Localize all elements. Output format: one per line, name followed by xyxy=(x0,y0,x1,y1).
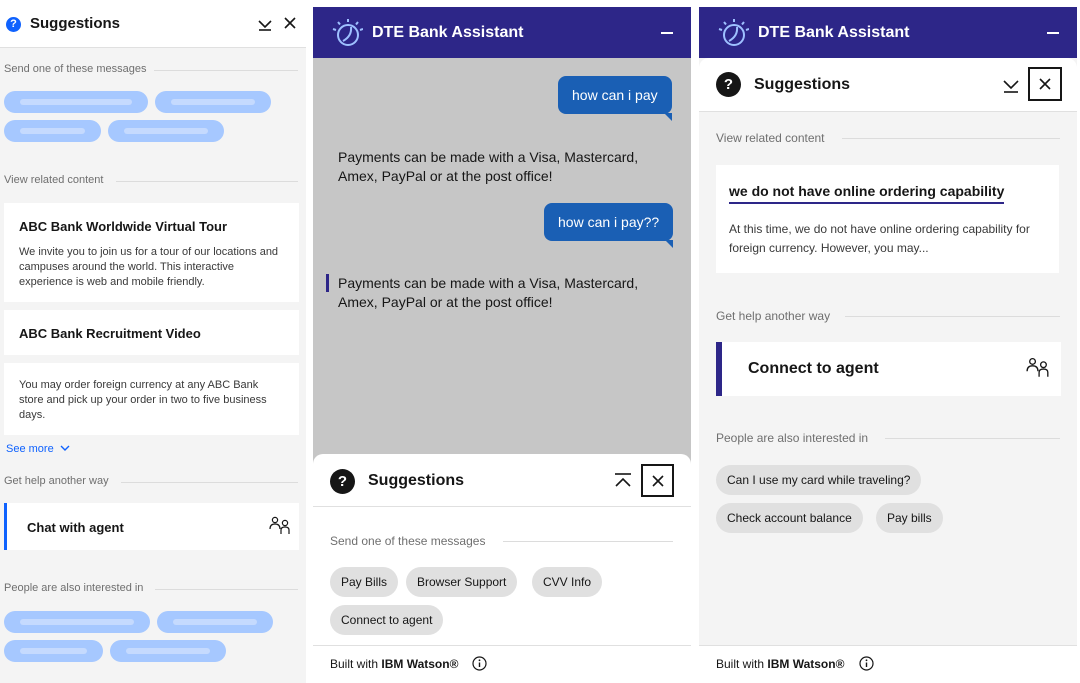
related-content-card[interactable]: ABC Bank Worldwide Virtual Tour We invit… xyxy=(4,203,299,302)
connect-to-agent-button[interactable]: Connect to agent xyxy=(716,342,1061,396)
suggestion-chip[interactable]: Connect to agent xyxy=(330,605,444,635)
divider xyxy=(842,138,1060,139)
divider xyxy=(313,506,691,507)
screenshot-root: ? Suggestions Send one of these messages… xyxy=(0,0,1080,683)
divider xyxy=(503,541,673,542)
gap xyxy=(691,0,699,683)
chat-title: DTE Bank Assistant xyxy=(372,24,524,41)
user-message: how can i pay?? xyxy=(544,203,674,248)
divider xyxy=(845,316,1060,317)
suggestion-chip[interactable]: Can I use my card while traveling? xyxy=(716,465,922,495)
minimize-icon[interactable] xyxy=(661,32,673,34)
suggestions-header: ? Suggestions xyxy=(699,58,1077,112)
card-body: We invite you to join us for a tour of o… xyxy=(19,246,279,288)
close-icon xyxy=(652,475,664,487)
suggestions-title: Suggestions xyxy=(30,15,121,32)
card-title: we do not have online ordering capabilit… xyxy=(729,183,1005,204)
help-icon: ? xyxy=(330,469,355,494)
card-title: ABC Bank Recruitment Video xyxy=(19,326,201,341)
suggestion-pill-loading[interactable] xyxy=(157,611,273,633)
see-more-link[interactable]: See more xyxy=(6,443,70,455)
bot-message: Payments can be made with a Visa, Master… xyxy=(338,275,639,310)
suggestions-header: ? Suggestions xyxy=(0,0,306,48)
suggestion-pill-loading[interactable] xyxy=(4,611,150,633)
agent-label: Connect to agent xyxy=(748,360,879,377)
related-content-card[interactable]: You may order foreign currency at any AB… xyxy=(4,363,299,435)
divider xyxy=(885,438,1060,439)
suggestion-pill-loading[interactable] xyxy=(4,120,101,142)
close-button[interactable] xyxy=(1028,67,1062,101)
chat-header: DTE Bank Assistant xyxy=(699,7,1077,58)
suggestion-chip[interactable]: Pay Bills xyxy=(330,567,399,597)
minimize-icon[interactable] xyxy=(1047,32,1059,34)
chat-window: DTE Bank Assistant how can i pay Payment… xyxy=(313,7,691,683)
help-label: Get help another way xyxy=(716,309,831,323)
related-content-card[interactable]: ABC Bank Recruitment Video xyxy=(4,310,299,355)
related-content-card[interactable]: we do not have online ordering capabilit… xyxy=(716,165,1059,273)
divider xyxy=(154,70,298,71)
close-button[interactable] xyxy=(641,464,674,497)
close-icon[interactable] xyxy=(283,16,297,30)
divider xyxy=(116,181,298,182)
expand-icon[interactable] xyxy=(613,471,633,491)
minimize-icon[interactable] xyxy=(1002,76,1020,94)
related-content-label: View related content xyxy=(4,174,104,186)
help-icon: ? xyxy=(716,72,741,97)
suggestion-chip[interactable]: CVV Info xyxy=(532,567,603,597)
card-title: ABC Bank Worldwide Virtual Tour xyxy=(19,219,228,234)
user-message: how can i pay xyxy=(558,76,672,121)
suggestion-chip[interactable]: Check account balance xyxy=(716,503,863,533)
suggestion-pill-loading[interactable] xyxy=(155,91,271,113)
minimize-icon[interactable] xyxy=(257,16,273,32)
chat-title: DTE Bank Assistant xyxy=(758,24,910,41)
send-messages-label: Send one of these messages xyxy=(4,63,147,75)
suggestions-title: Suggestions xyxy=(368,472,465,489)
chat-window-suggestions: DTE Bank Assistant ? Suggestions View re… xyxy=(699,7,1077,683)
watson-logo-icon xyxy=(332,19,363,46)
divider xyxy=(155,589,298,590)
suggestion-pill-loading[interactable] xyxy=(108,120,224,142)
send-messages-label: Send one of these messages xyxy=(330,534,486,548)
suggestion-pill-loading[interactable] xyxy=(4,91,148,113)
gap xyxy=(306,0,313,683)
suggestion-pill-loading[interactable] xyxy=(4,640,103,662)
agent-icon xyxy=(269,516,290,534)
divider xyxy=(121,482,298,483)
suggestion-chip[interactable]: Browser Support xyxy=(406,567,518,597)
interested-label: People are also interested in xyxy=(4,582,144,594)
agent-icon xyxy=(1026,357,1049,377)
suggestions-sheet: ? Suggestions Send one of these messages… xyxy=(313,454,691,683)
suggestions-panel-light: ? Suggestions Send one of these messages… xyxy=(0,0,306,683)
suggestions-title: Suggestions xyxy=(754,76,851,93)
focus-indicator xyxy=(326,274,329,292)
footer-text: Built with IBM Watson® xyxy=(716,657,845,671)
help-label: Get help another way xyxy=(4,475,109,487)
close-icon xyxy=(1039,78,1051,90)
see-more-label: See more xyxy=(6,443,54,455)
interested-label: People are also interested in xyxy=(716,431,869,445)
agent-label: Chat with agent xyxy=(27,520,124,535)
chat-with-agent-button[interactable]: Chat with agent xyxy=(4,503,299,550)
chat-header: DTE Bank Assistant xyxy=(313,7,691,58)
card-body: You may order foreign currency at any AB… xyxy=(19,379,267,421)
chevron-down-icon xyxy=(60,445,70,451)
info-icon[interactable] xyxy=(859,656,874,671)
suggestion-chip[interactable]: Pay bills xyxy=(876,503,943,533)
help-icon: ? xyxy=(6,17,21,32)
suggestion-pill-loading[interactable] xyxy=(110,640,226,662)
bot-message: Payments can be made with a Visa, Master… xyxy=(338,149,639,184)
card-body: At this time, we do not have online orde… xyxy=(729,222,1030,255)
footer-text: Built with IBM Watson® xyxy=(330,657,459,671)
watson-logo-icon xyxy=(718,19,749,46)
footer: Built with IBM Watson® xyxy=(699,645,1077,683)
related-content-label: View related content xyxy=(716,131,825,145)
info-icon[interactable] xyxy=(472,656,487,671)
footer: Built with IBM Watson® xyxy=(313,645,691,683)
